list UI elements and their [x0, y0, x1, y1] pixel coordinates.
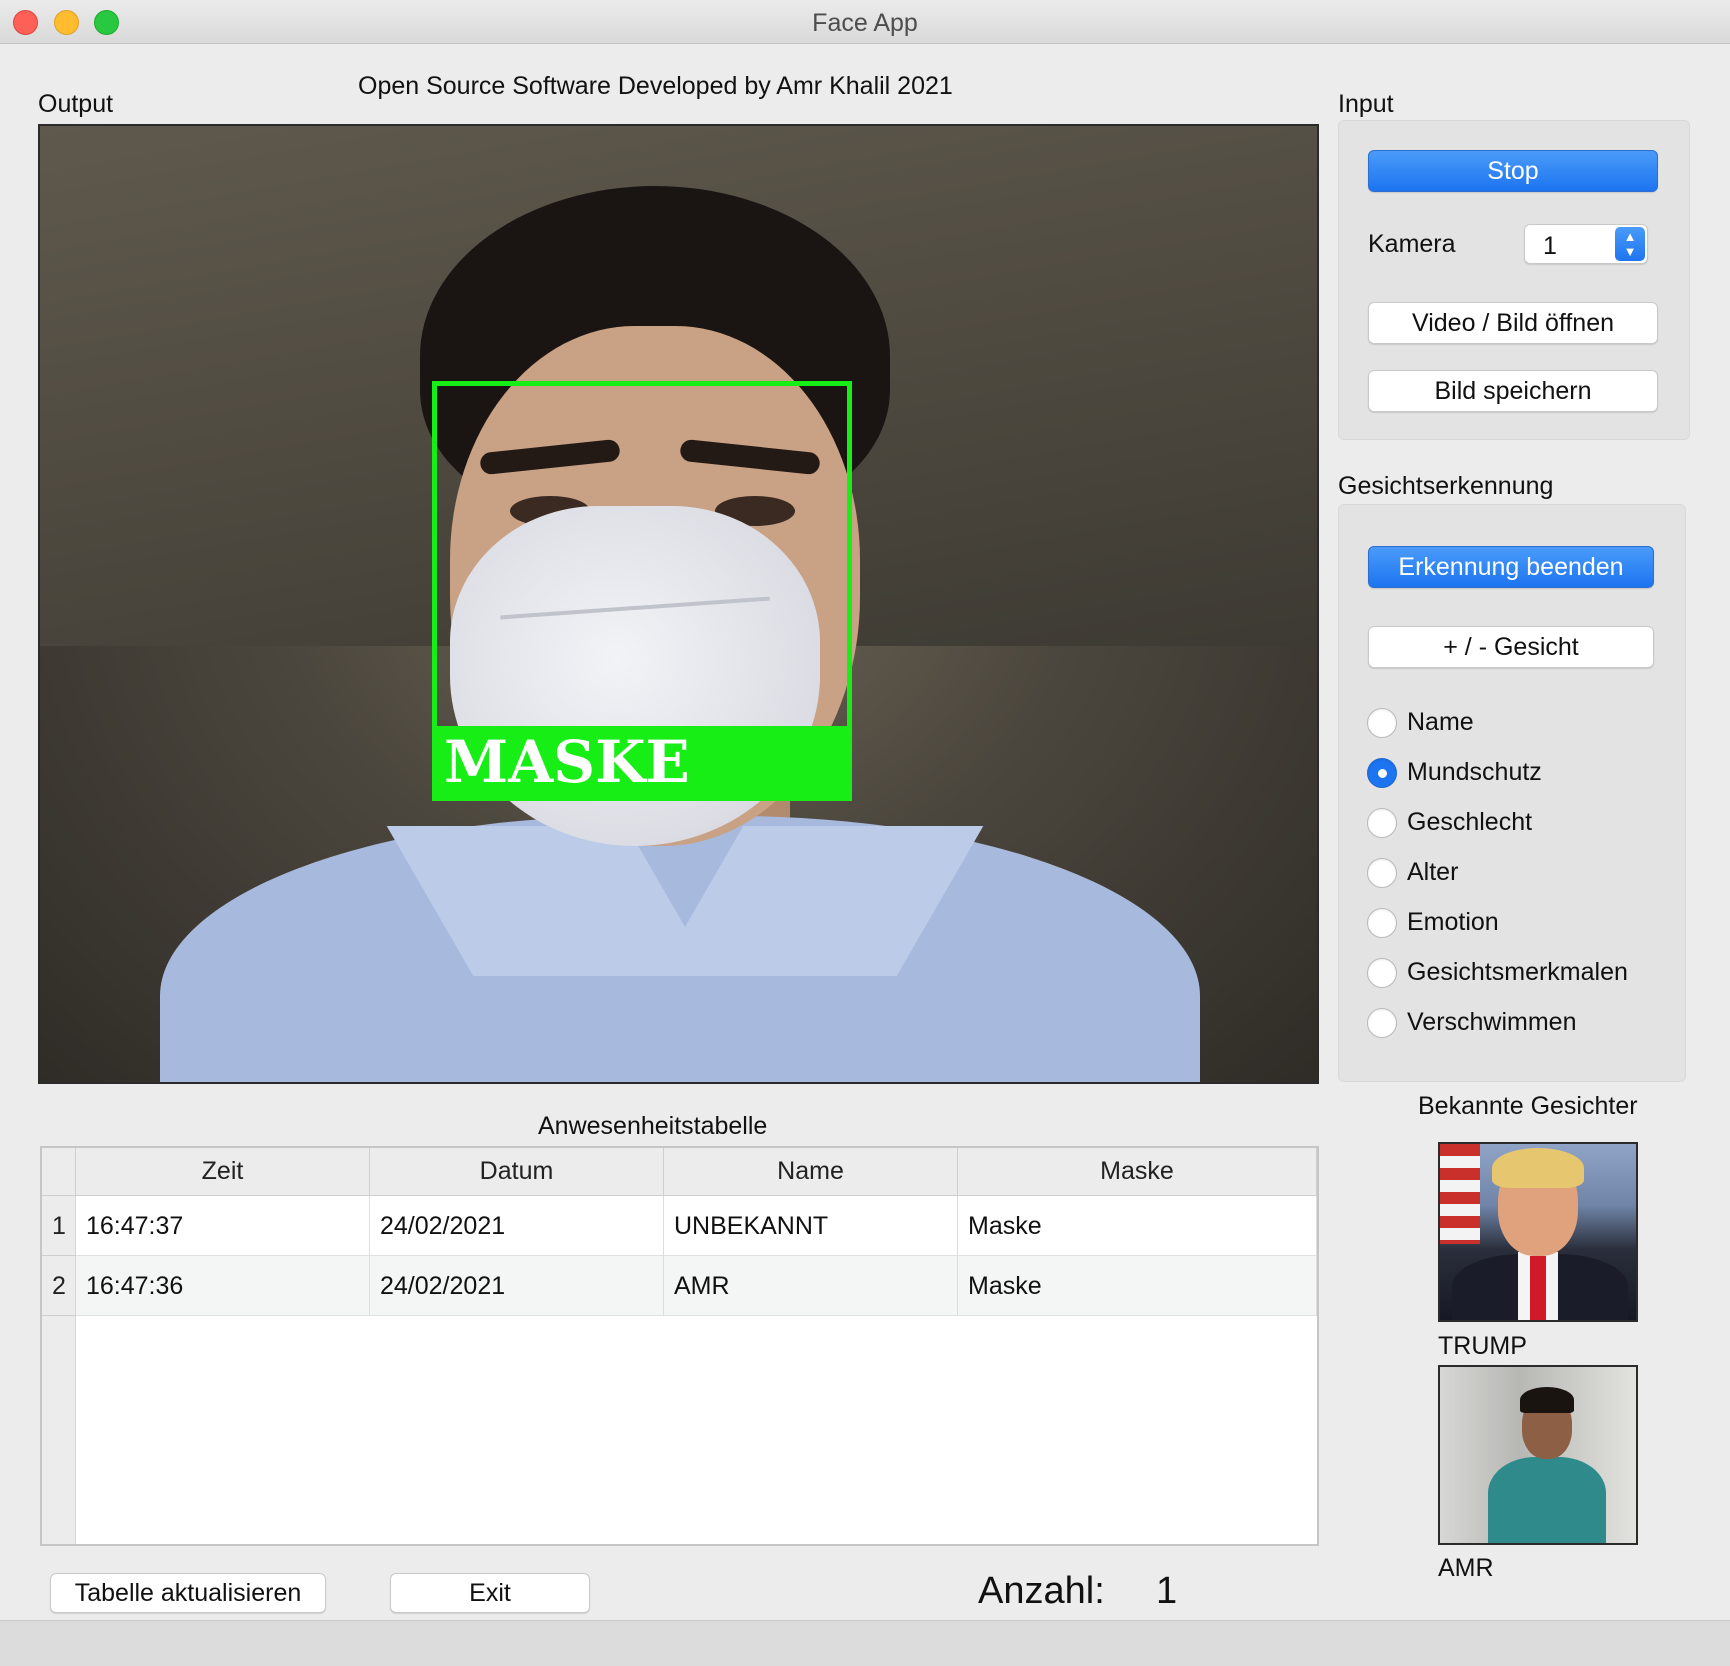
known-face-image-trump[interactable]: [1438, 1142, 1638, 1322]
radio-geschlecht[interactable]: [1367, 808, 1397, 838]
input-label: Input: [1338, 90, 1394, 118]
column-header-datum[interactable]: Datum: [370, 1148, 664, 1196]
radio-label-alter: Alter: [1407, 858, 1459, 886]
thumb-body: [1488, 1457, 1606, 1543]
table-row[interactable]: 16:47:36 24/02/2021 AMR Maske: [76, 1256, 1317, 1316]
recognition-panel: [1338, 504, 1686, 1082]
known-face-name-trump: TRUMP: [1438, 1332, 1527, 1360]
known-faces-title: Bekannte Gesichter: [1418, 1092, 1638, 1120]
camera-value: 1: [1543, 232, 1557, 260]
radio-label-gesichtsmerkmalen: Gesichtsmerkmalen: [1407, 958, 1628, 986]
radio-alter[interactable]: [1367, 858, 1397, 888]
cell-zeit[interactable]: 16:47:37: [76, 1196, 370, 1256]
window-title-bar: Face App: [0, 0, 1730, 44]
row-number[interactable]: 1: [42, 1196, 76, 1256]
column-header-name[interactable]: Name: [664, 1148, 958, 1196]
thumb-tie: [1530, 1256, 1546, 1320]
window-title: Face App: [812, 9, 918, 37]
output-label: Output: [38, 90, 114, 118]
table-row[interactable]: 16:47:37 24/02/2021 UNBEKANNT Maske: [76, 1196, 1317, 1256]
spinbox-arrows-icon[interactable]: ▲ ▼: [1615, 227, 1645, 261]
column-header-zeit[interactable]: Zeit: [76, 1148, 370, 1196]
radio-verschwimmen[interactable]: [1367, 1008, 1397, 1038]
credit-text: Open Source Software Developed by Amr Kh…: [358, 72, 953, 100]
stop-button[interactable]: Stop: [1368, 150, 1658, 192]
cell-maske[interactable]: Maske: [958, 1196, 1317, 1256]
attendance-title: Anwesenheitstabelle: [538, 1112, 768, 1140]
cell-zeit[interactable]: 16:47:36: [76, 1256, 370, 1316]
attendance-table[interactable]: Zeit Datum Name Maske 1 16:47:37 24/02/2…: [40, 1146, 1319, 1546]
radio-label-geschlecht: Geschlecht: [1407, 808, 1533, 836]
thumb-hair: [1492, 1148, 1584, 1188]
refresh-table-button[interactable]: Tabelle aktualisieren: [50, 1573, 326, 1613]
cell-maske[interactable]: Maske: [958, 1256, 1317, 1316]
known-face-image-amr[interactable]: [1438, 1365, 1638, 1545]
camera-spinbox[interactable]: 1 ▲ ▼: [1524, 224, 1648, 264]
cell-datum[interactable]: 24/02/2021: [370, 1196, 664, 1256]
column-header-maske[interactable]: Maske: [958, 1148, 1317, 1196]
known-face-name-amr: AMR: [1438, 1554, 1494, 1582]
recognition-label: Gesichtserkennung: [1338, 472, 1554, 500]
cell-name[interactable]: UNBEKANNT: [664, 1196, 958, 1256]
radio-emotion[interactable]: [1367, 908, 1397, 938]
status-bar: [0, 1620, 1730, 1666]
open-video-image-button[interactable]: Video / Bild öffnen: [1368, 302, 1658, 344]
row-number[interactable]: 2: [42, 1256, 76, 1316]
thumb-hair: [1520, 1387, 1574, 1413]
radio-label-mundschutz: Mundschutz: [1407, 758, 1542, 786]
cell-datum[interactable]: 24/02/2021: [370, 1256, 664, 1316]
count-value: 1: [1156, 1570, 1178, 1612]
camera-label: Kamera: [1368, 230, 1456, 258]
table-corner: [42, 1148, 76, 1196]
output-video-view: MASKE: [38, 124, 1319, 1084]
flag-graphic: [1440, 1144, 1480, 1244]
radio-name[interactable]: [1367, 708, 1397, 738]
exit-button[interactable]: Exit: [390, 1573, 590, 1613]
cell-name[interactable]: AMR: [664, 1256, 958, 1316]
detection-label: MASKE: [432, 726, 852, 798]
count-label: Anzahl:: [978, 1570, 1105, 1612]
radio-gesichtsmerkmalen[interactable]: [1367, 958, 1397, 988]
save-image-button[interactable]: Bild speichern: [1368, 370, 1658, 412]
add-remove-face-button[interactable]: + / - Gesicht: [1368, 626, 1654, 668]
stop-recognition-button[interactable]: Erkennung beenden: [1368, 546, 1654, 588]
radio-label-name: Name: [1407, 708, 1474, 736]
radio-mundschutz[interactable]: [1367, 758, 1397, 788]
radio-label-verschwimmen: Verschwimmen: [1407, 1008, 1577, 1036]
radio-label-emotion: Emotion: [1407, 908, 1499, 936]
